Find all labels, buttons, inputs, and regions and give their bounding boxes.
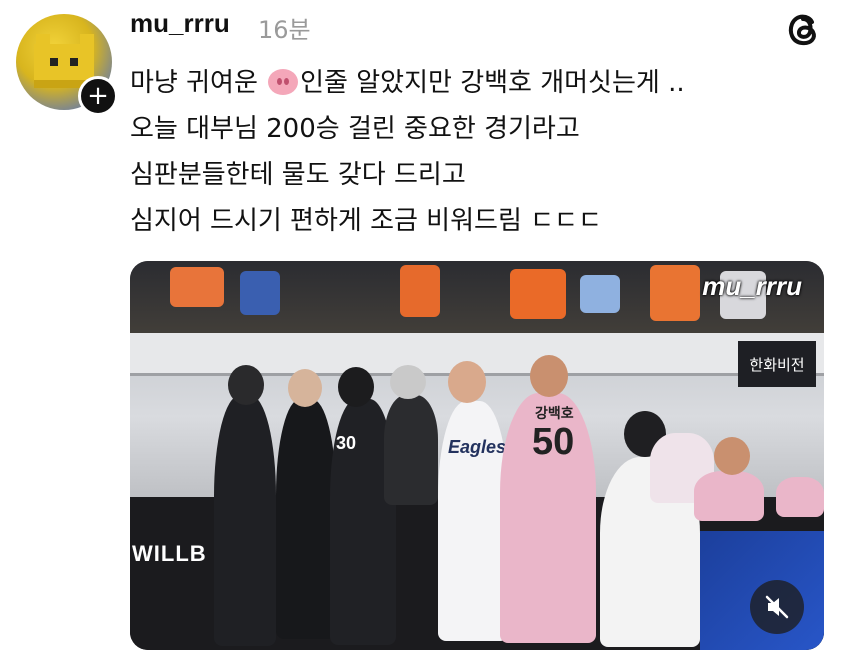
player-name: 강백호 <box>535 405 574 421</box>
fan <box>240 271 280 315</box>
avatar-eye <box>70 58 78 66</box>
fan <box>400 265 440 317</box>
fan <box>170 267 224 307</box>
coach-head <box>448 361 486 403</box>
follow-button[interactable]: + <box>78 76 118 116</box>
mute-button[interactable] <box>750 580 804 634</box>
plus-icon: + <box>87 81 109 111</box>
video-player[interactable]: 한화비전 WILLB 30 Eagles 강백호 50 mu_rrru <box>130 261 824 650</box>
video-watermark: mu_rrru <box>702 271 802 301</box>
post-line-1: 마냥 귀여운 인줄 알았지만 강백호 개머싯는게 .. <box>130 60 830 106</box>
player-number: 50 <box>532 421 575 463</box>
post-text-segment: 인줄 알았지만 강백호 개머싯는게 .. <box>300 68 685 98</box>
post-line-3: 심판분들한테 물도 갖다 드리고 <box>130 160 466 190</box>
username[interactable]: mu_rrru <box>130 8 230 39</box>
threads-logo-icon[interactable] <box>782 8 824 50</box>
post-line-4: 심지어 드시기 편하게 조금 비워드림 ㄷㄷㄷ <box>130 206 602 236</box>
post-timestamp: 16분 <box>258 16 311 44</box>
player-head <box>714 437 750 475</box>
umpire-head <box>338 367 374 407</box>
post-line-2: 오늘 대부님 200승 걸린 중요한 경기라고 <box>130 114 580 144</box>
player <box>694 471 764 521</box>
player <box>776 477 824 517</box>
player-head <box>530 355 568 397</box>
ad-wordmark: WILLB <box>132 541 207 566</box>
umpire <box>214 396 276 646</box>
umpire <box>276 399 336 639</box>
fan <box>510 269 566 319</box>
pig-face-icon <box>268 69 299 95</box>
uniform-script: Eagles <box>448 437 507 457</box>
umpire-number: 30 <box>336 433 357 453</box>
post-text-segment: 마냥 귀여운 <box>130 68 258 98</box>
umpire-head <box>228 365 264 405</box>
staff-head <box>390 365 426 399</box>
staff <box>384 395 438 505</box>
speaker-muted-icon <box>765 595 789 619</box>
post-body: 마냥 귀여운 인줄 알았지만 강백호 개머싯는게 .. 오늘 대부님 200승 … <box>130 60 830 244</box>
avatar-eye <box>50 58 58 66</box>
umpire-head <box>288 369 322 407</box>
fan <box>580 275 620 313</box>
fan <box>650 265 700 321</box>
stadium-sign: 한화비전 <box>738 341 816 387</box>
